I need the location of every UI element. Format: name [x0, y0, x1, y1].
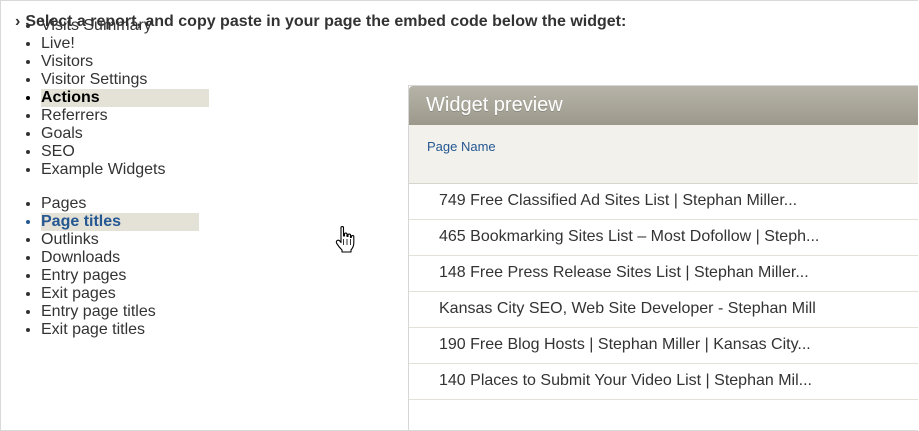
category-item-goals[interactable]: Goals: [41, 125, 209, 143]
category-item-label: Visitors: [41, 53, 94, 70]
page-name-cell: Kansas City SEO, Web Site Developer - St…: [439, 300, 816, 317]
report-item-label: Outlinks: [41, 231, 99, 248]
category-item-label: Live!: [41, 35, 75, 52]
table-row[interactable]: Kansas City SEO, Web Site Developer - St…: [409, 292, 918, 328]
hand-pointer-icon: [335, 225, 355, 253]
widget-title: Widget preview: [426, 94, 563, 116]
report-item-label: Entry pages: [41, 267, 127, 284]
page-name-cell: 749 Free Classified Ad Sites List | Step…: [439, 192, 798, 209]
report-item-label: Pages: [41, 195, 87, 212]
category-item-live[interactable]: Live!: [41, 35, 209, 53]
report-item-page-titles[interactable]: Page titles: [41, 213, 199, 231]
widget-titlebar: Widget preview: [409, 86, 918, 125]
page-heading: › Select a report, and copy paste in your…: [15, 13, 626, 31]
category-item-label: Visitor Settings: [41, 71, 148, 88]
category-item-seo[interactable]: SEO: [41, 143, 209, 161]
report-item-label: Page titles: [41, 213, 122, 230]
page-name-cell: 465 Bookmarking Sites List – Most Dofoll…: [439, 228, 820, 245]
table-row[interactable]: 140 Places to Submit Your Video List | S…: [409, 364, 918, 400]
widget-table-body: 749 Free Classified Ad Sites List | Step…: [409, 184, 918, 400]
category-item-example-widgets[interactable]: Example Widgets: [41, 161, 209, 179]
report-item-entry-pages[interactable]: Entry pages: [41, 267, 199, 285]
report-item-pages[interactable]: Pages: [41, 195, 199, 213]
table-row[interactable]: 465 Bookmarking Sites List – Most Dofoll…: [409, 220, 918, 256]
report-item-entry-page-titles[interactable]: Entry page titles: [41, 303, 199, 321]
report-item-outlinks[interactable]: Outlinks: [41, 231, 199, 249]
report-item-label: Exit page titles: [41, 321, 146, 338]
category-item-label: SEO: [41, 143, 75, 160]
category-item-visitors[interactable]: Visitors: [41, 53, 209, 71]
category-menu: Visits SummaryLive!VisitorsVisitor Setti…: [1, 17, 209, 179]
table-row[interactable]: 190 Free Blog Hosts | Stephan Miller | K…: [409, 328, 918, 364]
table-row[interactable]: 749 Free Classified Ad Sites List | Step…: [409, 184, 918, 220]
category-item-label: Goals: [41, 125, 83, 142]
category-item-referrers[interactable]: Referrers: [41, 107, 209, 125]
heading-arrow: ›: [15, 13, 21, 30]
category-item-actions[interactable]: Actions: [41, 89, 209, 107]
widget-table-header: Page Name: [409, 125, 918, 184]
report-item-exit-pages[interactable]: Exit pages: [41, 285, 199, 303]
widget-preview-panel: Widget preview Page Name 749 Free Classi…: [408, 85, 918, 430]
page-name-cell: 148 Free Press Release Sites List | Step…: [439, 264, 809, 281]
category-item-visitor-settings[interactable]: Visitor Settings: [41, 71, 209, 89]
category-item-label: Referrers: [41, 107, 108, 124]
page-name-cell: 140 Places to Submit Your Video List | S…: [439, 372, 812, 389]
report-item-label: Downloads: [41, 249, 121, 266]
report-item-label: Exit pages: [41, 285, 116, 302]
page-name-cell: 190 Free Blog Hosts | Stephan Miller | K…: [439, 336, 811, 353]
widgets-page: › Select a report, and copy paste in your…: [0, 0, 918, 431]
report-item-downloads[interactable]: Downloads: [41, 249, 199, 267]
report-menu: PagesPage titlesOutlinksDownloadsEntry p…: [1, 195, 199, 339]
column-header-page-name[interactable]: Page Name: [427, 139, 496, 154]
report-item-label: Entry page titles: [41, 303, 156, 320]
table-row[interactable]: 148 Free Press Release Sites List | Step…: [409, 256, 918, 292]
report-item-exit-page-titles[interactable]: Exit page titles: [41, 321, 199, 339]
category-item-label: Actions: [41, 89, 100, 106]
category-item-label: Example Widgets: [41, 161, 166, 178]
heading-text: Select a report, and copy paste in your …: [25, 13, 627, 30]
